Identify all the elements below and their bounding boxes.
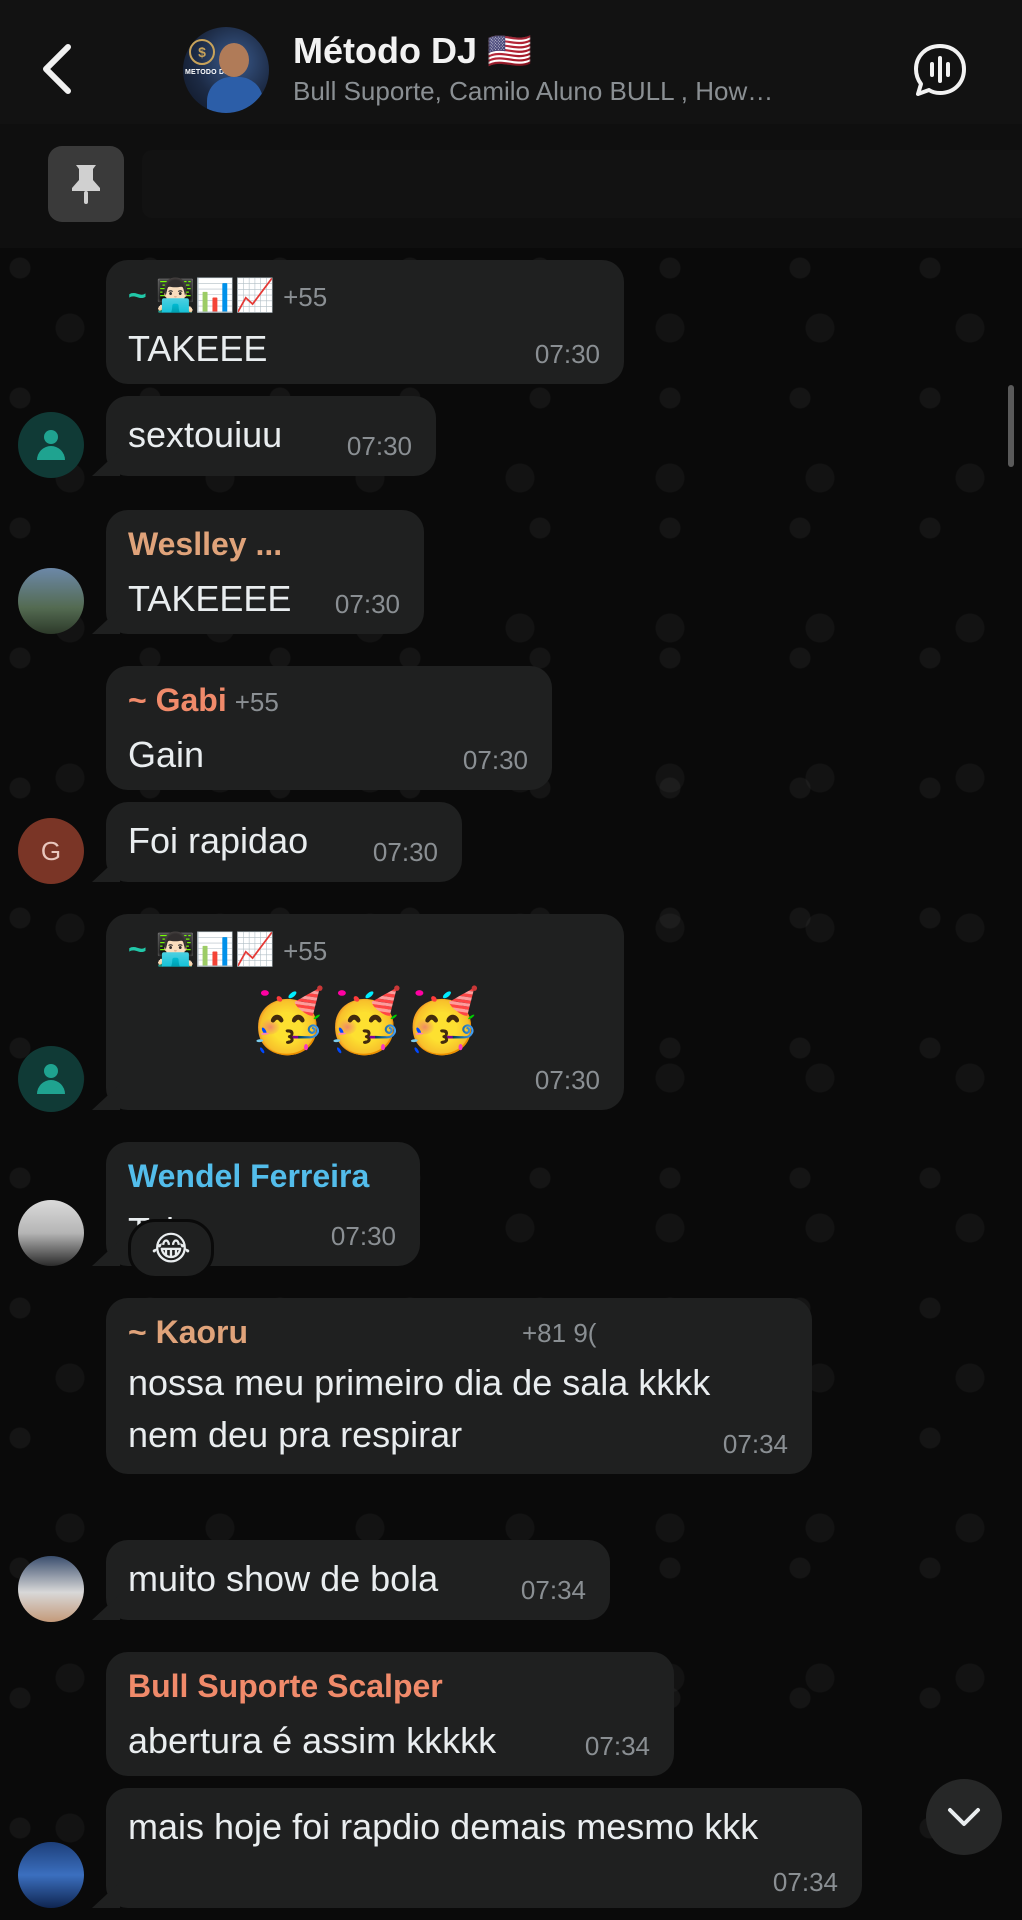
message-bubble[interactable]: sextouiuu 07:30 — [106, 396, 436, 476]
pinned-button[interactable] — [48, 146, 124, 222]
message-bubble[interactable]: ~ 👨🏻‍💻📊📈 +55 TAKEEE 07:30 — [106, 260, 624, 384]
avatar[interactable] — [18, 1200, 84, 1266]
message-bubble[interactable]: Weslley ... TAKEEEE 07:30 — [106, 510, 424, 634]
message-time: 07:30 — [534, 1065, 600, 1095]
avatar[interactable] — [18, 412, 84, 478]
avatar[interactable]: G — [18, 818, 84, 884]
pin-icon — [72, 165, 100, 204]
message-text: muito show de bola — [128, 1558, 439, 1599]
sender-name[interactable]: ~ 👨🏻‍💻📊📈 +55 — [128, 930, 327, 968]
sender-name[interactable]: Weslley ... — [128, 526, 282, 563]
message-time: 07:30 — [462, 745, 528, 775]
sender-phone: +55 — [283, 936, 328, 966]
message-text: sextouiuu — [128, 414, 283, 455]
sender-name[interactable]: ~ Gabi +55 — [128, 682, 279, 719]
message-text: Foi rapidao — [128, 820, 309, 861]
sender-name[interactable]: Wendel Ferreira — [128, 1158, 369, 1195]
message-text: abertura é assim kkkkk — [128, 1720, 497, 1761]
reaction-badge[interactable]: 😂 — [128, 1219, 214, 1279]
sender-name[interactable]: ~ 👨🏻‍💻📊📈 +55 — [128, 276, 327, 314]
scrollbar[interactable] — [1008, 385, 1014, 467]
message-emoji: 🥳🥳🥳 — [249, 987, 481, 1056]
scroll-to-bottom-button[interactable] — [926, 1779, 1002, 1855]
message-time: 07:34 — [584, 1731, 650, 1761]
message-bubble[interactable]: mais hoje foi rapdio demais mesmo kkk 07… — [106, 1788, 862, 1908]
avatar[interactable] — [18, 1046, 84, 1112]
message-time: 07:34 — [772, 1867, 838, 1897]
message-time: 07:30 — [346, 431, 412, 461]
chat-title[interactable]: Método DJ 🇺🇸 — [293, 30, 532, 72]
sender-phone: +81 9( — [522, 1318, 597, 1348]
avatar[interactable] — [18, 1556, 84, 1622]
message-bubble[interactable]: ~ Gabi +55 Gain 07:30 — [106, 666, 552, 790]
back-button[interactable] — [22, 34, 92, 104]
message-text: TAKEEEE — [128, 578, 292, 619]
message-text: TAKEEE — [128, 328, 268, 369]
chevron-left-icon — [43, 44, 71, 94]
message-bubble[interactable]: Foi rapidao 07:30 — [106, 802, 462, 882]
chat-header: $ METODO DJ Método DJ 🇺🇸 Bull Suporte, C… — [0, 0, 1022, 124]
message-text: nem deu pra respirar — [128, 1414, 463, 1455]
message-time: 07:34 — [520, 1575, 586, 1605]
message-text: Gain — [128, 734, 205, 775]
message-bubble[interactable]: ~ 👨🏻‍💻📊📈 +55 🥳🥳🥳 07:30 — [106, 914, 624, 1110]
message-time: 07:34 — [722, 1429, 788, 1459]
sender-phone: +55 — [283, 282, 328, 312]
pinned-messages-bar — [0, 124, 1022, 248]
sender-name[interactable]: Bull Suporte Scalper — [128, 1668, 443, 1705]
message-bubble[interactable]: Bull Suporte Scalper abertura é assim kk… — [106, 1652, 674, 1776]
avatar[interactable] — [18, 568, 84, 634]
message-time: 07:30 — [534, 339, 600, 369]
voice-chat-button[interactable] — [912, 42, 968, 98]
message-text: nossa meu primeiro dia de sala kkkk — [128, 1362, 711, 1403]
message-bubble[interactable]: ~ Kaoru +81 9( nossa meu primeiro dia de… — [106, 1298, 812, 1474]
pinned-message-area[interactable] — [142, 150, 1022, 218]
group-avatar[interactable]: $ METODO DJ — [183, 27, 269, 113]
message-bubble[interactable]: muito show de bola 07:34 — [106, 1540, 610, 1620]
chevron-down-icon — [948, 1808, 980, 1826]
message-time: 07:30 — [334, 589, 400, 619]
chat-participants[interactable]: Bull Suporte, Camilo Aluno BULL , How… — [293, 76, 853, 107]
message-text: mais hoje foi rapdio demais mesmo kkk — [128, 1806, 759, 1847]
dollar-coin-icon: $ — [189, 39, 215, 65]
sender-phone: +55 — [234, 687, 279, 717]
message-time: 07:30 — [330, 1221, 396, 1251]
avatar[interactable] — [18, 1842, 84, 1908]
message-time: 07:30 — [372, 837, 438, 867]
audio-wave-icon — [914, 44, 966, 96]
